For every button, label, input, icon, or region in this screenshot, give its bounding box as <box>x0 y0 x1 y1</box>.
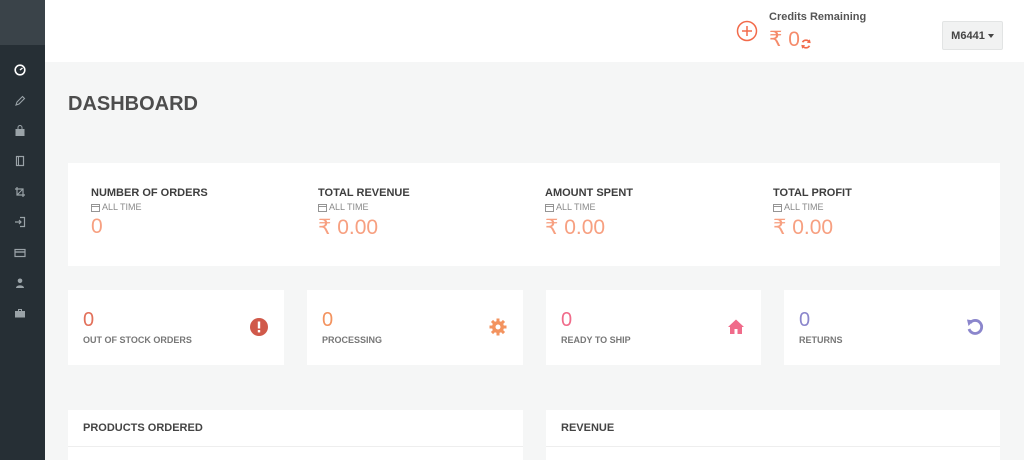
caret-down-icon <box>987 33 994 38</box>
stat-period: ALL TIME <box>318 202 410 212</box>
stat-label: AMOUNT SPENT <box>545 187 633 199</box>
briefcase-icon[interactable] <box>13 306 27 320</box>
refresh-icon[interactable] <box>800 37 814 51</box>
card-label: PROCESSING <box>322 335 383 345</box>
products-ordered-panel: PRODUCTS ORDERED <box>68 410 523 460</box>
card-label: RETURNS <box>799 335 843 345</box>
stat-value: ₹ 0.00 <box>545 216 606 239</box>
stat-value: 0 <box>91 215 103 238</box>
stat-value: ₹ 0.00 <box>318 216 379 239</box>
calendar-icon <box>91 203 100 212</box>
stat-label: TOTAL REVENUE <box>318 187 410 199</box>
stat-value: ₹ 0.00 <box>773 216 834 239</box>
card-label: OUT OF STOCK ORDERS <box>83 335 192 345</box>
gear-icon <box>489 318 507 336</box>
stat-label: TOTAL PROFIT <box>773 187 852 199</box>
out-of-stock-card[interactable]: 0 OUT OF STOCK ORDERS <box>68 290 284 365</box>
pencil-icon[interactable] <box>13 94 27 108</box>
user-menu-button[interactable]: M6441 <box>942 21 1003 50</box>
add-credits-icon[interactable] <box>736 20 758 42</box>
stat-period-label: ALL TIME <box>329 202 369 212</box>
summary-stats-card: NUMBER OF ORDERS ALL TIME 0 TOTAL REVENU… <box>68 163 1000 266</box>
credits-label: Credits Remaining <box>769 11 867 23</box>
card-value: 0 <box>561 309 573 331</box>
stat-period-label: ALL TIME <box>556 202 596 212</box>
stat-amount-spent: AMOUNT SPENT ALL TIME ₹ 0.00 <box>545 187 633 240</box>
panel-title: PRODUCTS ORDERED <box>68 410 523 447</box>
calendar-icon <box>545 203 554 212</box>
crop-icon[interactable] <box>13 185 27 199</box>
dashboard-icon[interactable] <box>13 63 27 77</box>
card-value: 0 <box>799 309 811 331</box>
stat-label: NUMBER OF ORDERS <box>91 187 208 199</box>
stat-period: ALL TIME <box>91 202 208 212</box>
returns-card[interactable]: 0 RETURNS <box>784 290 1000 365</box>
card-value: 0 <box>83 309 95 331</box>
sidebar <box>0 0 45 460</box>
calendar-icon <box>773 203 782 212</box>
panel-title: REVENUE <box>546 410 1000 447</box>
card-label: READY TO SHIP <box>561 335 631 345</box>
stat-period-label: ALL TIME <box>102 202 142 212</box>
stat-period: ALL TIME <box>773 202 852 212</box>
user-menu-label: M6441 <box>951 29 985 42</box>
user-icon[interactable] <box>13 276 27 290</box>
top-header <box>45 0 1024 62</box>
credits-value: ₹ 0 <box>769 28 800 51</box>
exclamation-circle-icon <box>250 318 268 336</box>
credit-card-icon[interactable] <box>13 246 27 260</box>
processing-card[interactable]: 0 PROCESSING <box>307 290 523 365</box>
stat-period-label: ALL TIME <box>784 202 824 212</box>
sidebar-logo <box>0 0 45 45</box>
bag-icon[interactable] <box>13 124 27 138</box>
revenue-panel: REVENUE <box>546 410 1000 460</box>
card-value: 0 <box>322 309 334 331</box>
page-title: DASHBOARD <box>68 93 198 115</box>
sign-in-icon[interactable] <box>13 215 27 229</box>
home-icon <box>727 318 745 336</box>
stat-total-revenue: TOTAL REVENUE ALL TIME ₹ 0.00 <box>318 187 410 240</box>
ready-to-ship-card[interactable]: 0 READY TO SHIP <box>546 290 761 365</box>
book-icon[interactable] <box>13 154 27 168</box>
stat-total-profit: TOTAL PROFIT ALL TIME ₹ 0.00 <box>773 187 852 240</box>
undo-icon <box>966 318 984 336</box>
calendar-icon <box>318 203 327 212</box>
stat-period: ALL TIME <box>545 202 633 212</box>
stat-number-of-orders: NUMBER OF ORDERS ALL TIME 0 <box>91 187 208 239</box>
